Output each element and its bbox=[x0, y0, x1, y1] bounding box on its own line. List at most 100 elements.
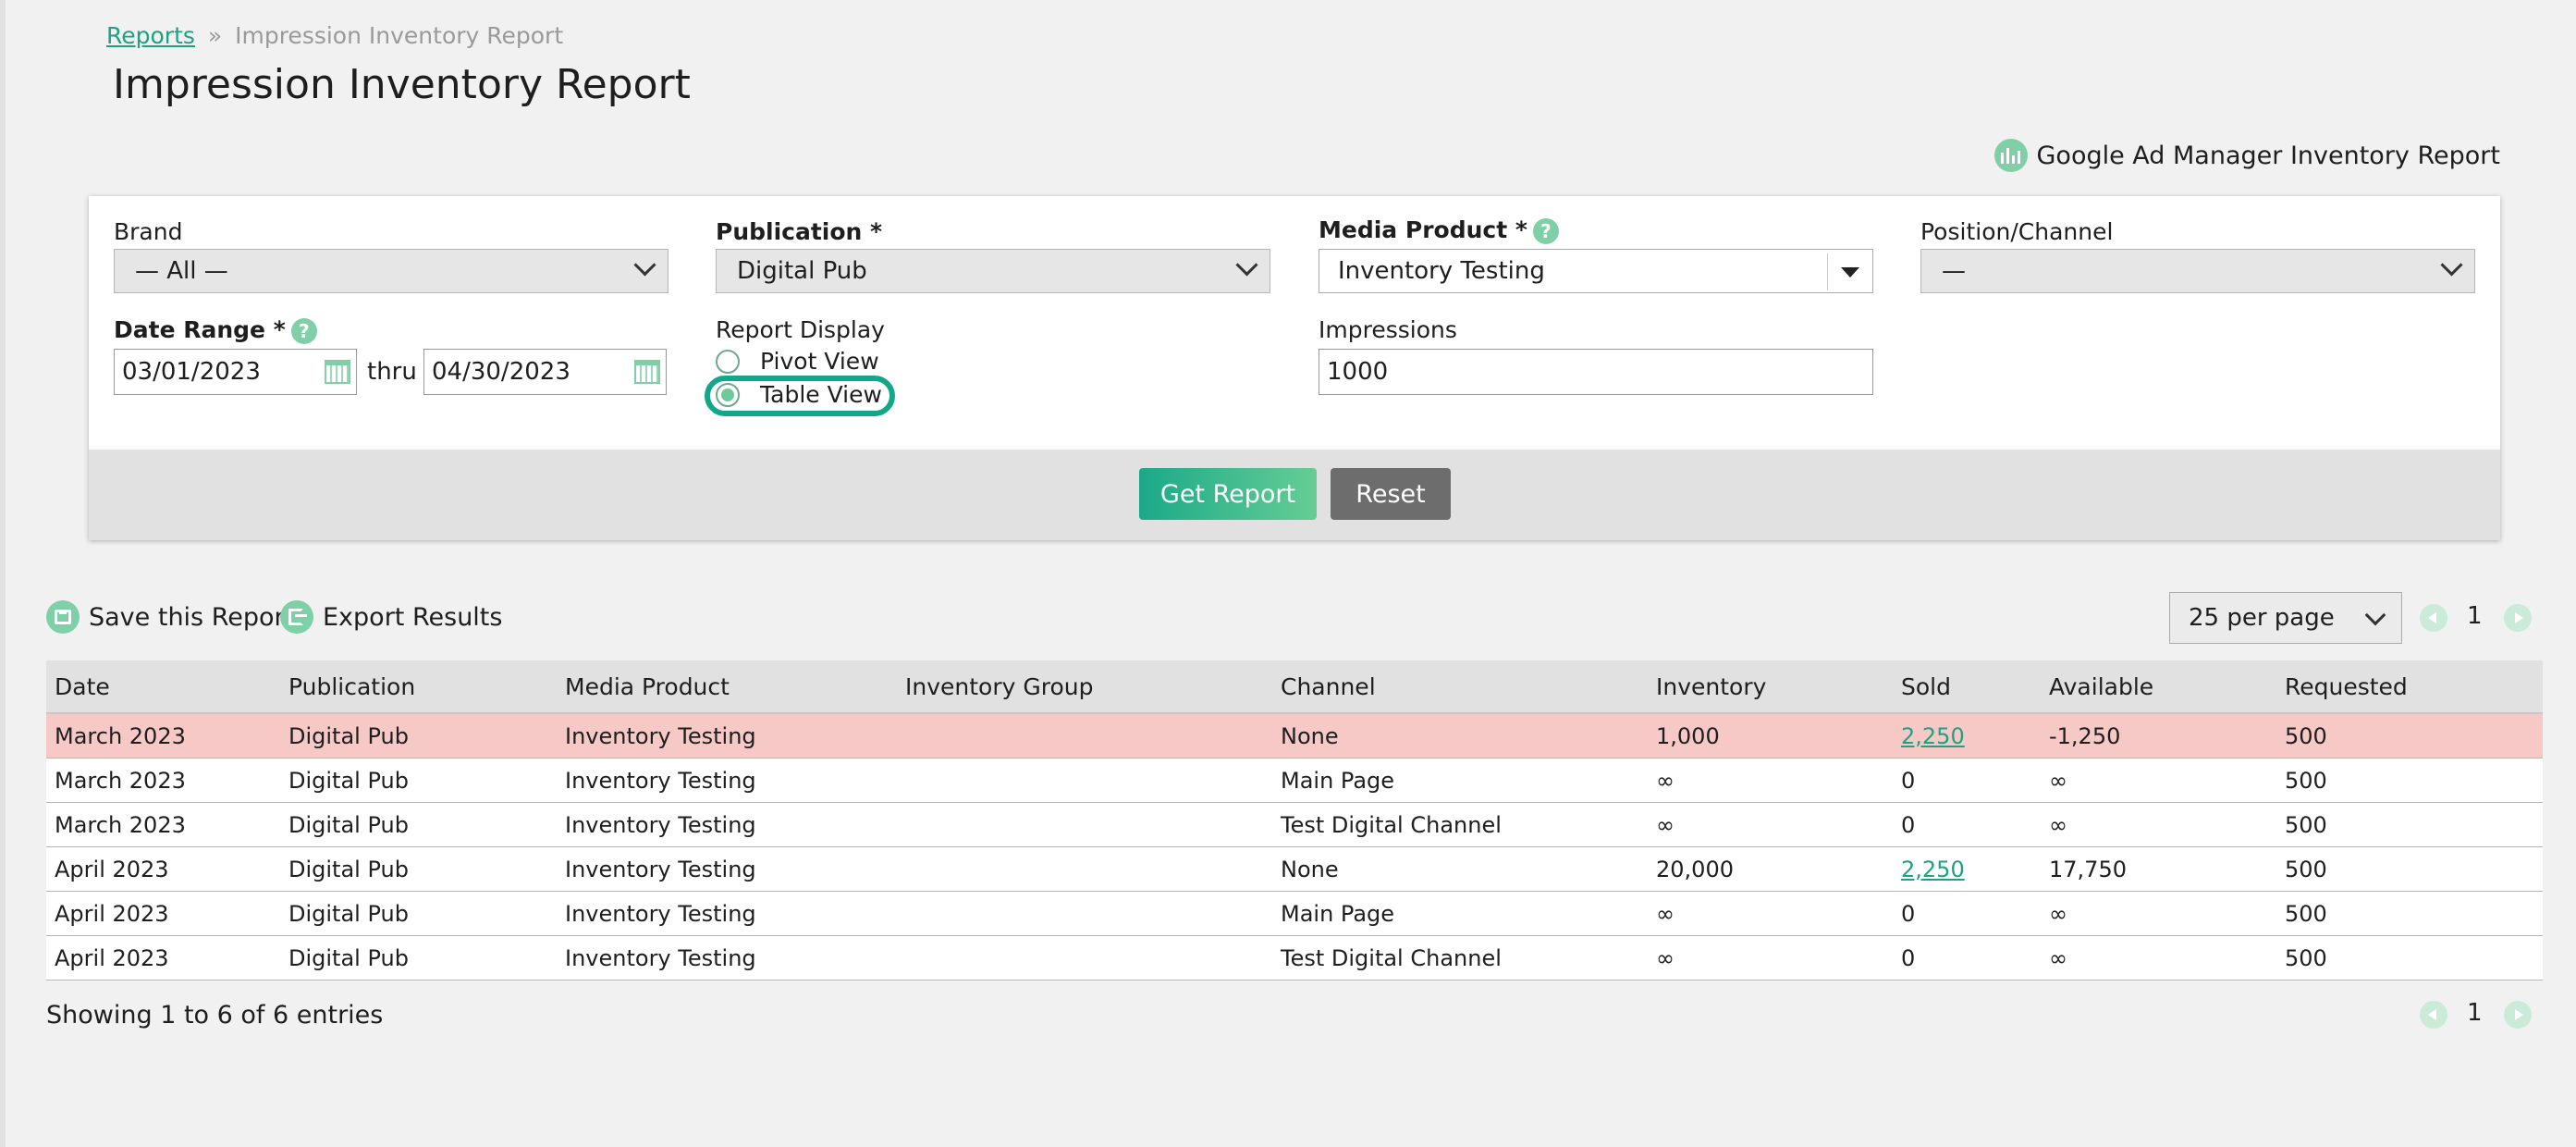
brand-select[interactable]: — All — bbox=[114, 249, 669, 293]
export-icon bbox=[280, 600, 313, 634]
help-icon[interactable]: ? bbox=[290, 318, 317, 344]
prev-page-icon[interactable] bbox=[2420, 1001, 2447, 1029]
radio-unchecked-icon[interactable] bbox=[716, 349, 740, 374]
page-number[interactable]: 1 bbox=[2467, 602, 2483, 630]
position-channel-select[interactable]: — bbox=[1920, 249, 2475, 293]
save-report-link[interactable]: Save this Report bbox=[46, 600, 294, 634]
entries-count: Showing 1 to 6 of 6 entries bbox=[46, 1001, 384, 1030]
cell-available: ∞ bbox=[2041, 935, 2276, 980]
cell-requested: 500 bbox=[2276, 891, 2543, 936]
date-range-label-text: Date Range * bbox=[114, 316, 286, 343]
cell-date: March 2023 bbox=[46, 758, 280, 803]
bar-chart-icon bbox=[1993, 139, 2028, 172]
sold-link[interactable]: 2,250 bbox=[1901, 723, 1965, 749]
cell-sold: 0 bbox=[1893, 758, 2041, 803]
impressions-input[interactable]: 1000 bbox=[1319, 349, 1873, 395]
reset-button[interactable]: Reset bbox=[1331, 468, 1451, 520]
page-title: Impression Inventory Report bbox=[113, 61, 691, 108]
breadcrumb: Reports » Impression Inventory Report bbox=[106, 22, 563, 49]
media-product-label: Media Product *? bbox=[1319, 216, 1559, 244]
cell-media-product: Inventory Testing bbox=[557, 802, 897, 847]
cell-inventory: ∞ bbox=[1648, 935, 1893, 980]
prev-page-icon[interactable] bbox=[2420, 604, 2447, 632]
cell-media-product: Inventory Testing bbox=[557, 891, 897, 936]
cell-requested: 500 bbox=[2276, 758, 2543, 803]
per-page-select[interactable]: 25 per page bbox=[2169, 592, 2402, 644]
cell-media-product: Inventory Testing bbox=[557, 758, 897, 803]
cell-requested: 500 bbox=[2276, 802, 2543, 847]
chevron-down-icon bbox=[1235, 253, 1258, 277]
export-results-link[interactable]: Export Results bbox=[280, 600, 502, 634]
sold-link[interactable]: 2,250 bbox=[1901, 857, 1965, 882]
cell-inventory: 20,000 bbox=[1648, 846, 1893, 892]
cell-channel: Main Page bbox=[1272, 758, 1648, 803]
cell-media-product: Inventory Testing bbox=[557, 846, 897, 892]
column-header-date[interactable]: Date bbox=[46, 660, 280, 714]
caret-down-icon[interactable] bbox=[1841, 267, 1859, 278]
next-page-icon[interactable] bbox=[2504, 1001, 2532, 1029]
cell-channel: None bbox=[1272, 846, 1648, 892]
cell-sold: 0 bbox=[1893, 935, 2041, 980]
cell-date: March 2023 bbox=[46, 802, 280, 847]
table-header-row: Date Publication Media Product Inventory… bbox=[46, 660, 2543, 714]
impressions-label: Impressions bbox=[1319, 316, 1457, 343]
cell-channel: Test Digital Channel bbox=[1272, 935, 1648, 980]
calendar-icon[interactable] bbox=[634, 360, 660, 384]
column-header-available[interactable]: Available bbox=[2041, 660, 2276, 714]
thru-label: thru bbox=[367, 358, 417, 386]
column-header-inventory[interactable]: Inventory bbox=[1648, 660, 1893, 714]
gam-inventory-report-link[interactable]: Google Ad Manager Inventory Report bbox=[1993, 139, 2501, 172]
cell-date: April 2023 bbox=[46, 935, 280, 980]
cell-inventory-group bbox=[897, 846, 1272, 892]
column-header-requested[interactable]: Requested bbox=[2276, 660, 2543, 714]
column-header-inventory-group[interactable]: Inventory Group bbox=[897, 660, 1272, 714]
cell-inventory-group bbox=[897, 891, 1272, 936]
cell-available: ∞ bbox=[2041, 802, 2276, 847]
cell-date: March 2023 bbox=[46, 713, 280, 758]
save-report-label: Save this Report bbox=[89, 602, 295, 632]
breadcrumb-current: Impression Inventory Report bbox=[235, 22, 564, 49]
cell-publication: Digital Pub bbox=[280, 846, 557, 892]
get-report-button[interactable]: Get Report bbox=[1139, 468, 1317, 520]
filter-panel: Brand — All — Publication * Digital Pub … bbox=[89, 196, 2500, 540]
cell-inventory-group bbox=[897, 713, 1272, 758]
table-view-highlight bbox=[705, 376, 895, 416]
column-header-publication[interactable]: Publication bbox=[280, 660, 557, 714]
help-icon[interactable]: ? bbox=[1532, 218, 1559, 244]
cell-inventory: 1,000 bbox=[1648, 713, 1893, 758]
pivot-view-radio[interactable]: Pivot View bbox=[716, 348, 879, 375]
publication-select[interactable]: Digital Pub bbox=[716, 249, 1270, 293]
table-row: March 2023 Digital Pub Inventory Testing… bbox=[46, 802, 2543, 847]
end-date-input[interactable]: 04/30/2023 bbox=[423, 349, 667, 395]
media-product-combobox[interactable]: Inventory Testing bbox=[1319, 249, 1873, 293]
page-number[interactable]: 1 bbox=[2467, 999, 2483, 1027]
breadcrumb-reports-link[interactable]: Reports bbox=[106, 22, 195, 49]
table-row: March 2023 Digital Pub Inventory Testing… bbox=[46, 758, 2543, 803]
breadcrumb-separator: » bbox=[207, 22, 223, 49]
cell-sold: 2,250 bbox=[1893, 713, 2041, 758]
column-header-channel[interactable]: Channel bbox=[1272, 660, 1648, 714]
cell-inventory-group bbox=[897, 802, 1272, 847]
save-icon bbox=[46, 600, 80, 634]
start-date-input[interactable]: 03/01/2023 bbox=[114, 349, 357, 395]
chevron-down-icon bbox=[2364, 604, 2386, 626]
calendar-icon[interactable] bbox=[325, 360, 350, 384]
column-header-media-product[interactable]: Media Product bbox=[557, 660, 897, 714]
next-page-icon[interactable] bbox=[2504, 604, 2532, 632]
media-product-label-text: Media Product * bbox=[1319, 216, 1527, 243]
export-results-label: Export Results bbox=[323, 602, 503, 632]
impressions-value: 1000 bbox=[1327, 358, 1389, 386]
cell-inventory: ∞ bbox=[1648, 891, 1893, 936]
column-header-sold[interactable]: Sold bbox=[1893, 660, 2041, 714]
cell-sold: 0 bbox=[1893, 891, 2041, 936]
pivot-view-label: Pivot View bbox=[760, 348, 879, 375]
cell-date: April 2023 bbox=[46, 891, 280, 936]
publication-select-value: Digital Pub bbox=[737, 257, 867, 285]
cell-inventory-group bbox=[897, 758, 1272, 803]
cell-publication: Digital Pub bbox=[280, 891, 557, 936]
date-range-label: Date Range *? bbox=[114, 316, 317, 344]
gam-inventory-report-label: Google Ad Manager Inventory Report bbox=[2036, 141, 2501, 170]
cell-channel: Main Page bbox=[1272, 891, 1648, 936]
publication-label: Publication * bbox=[716, 218, 883, 245]
cell-channel: Test Digital Channel bbox=[1272, 802, 1648, 847]
